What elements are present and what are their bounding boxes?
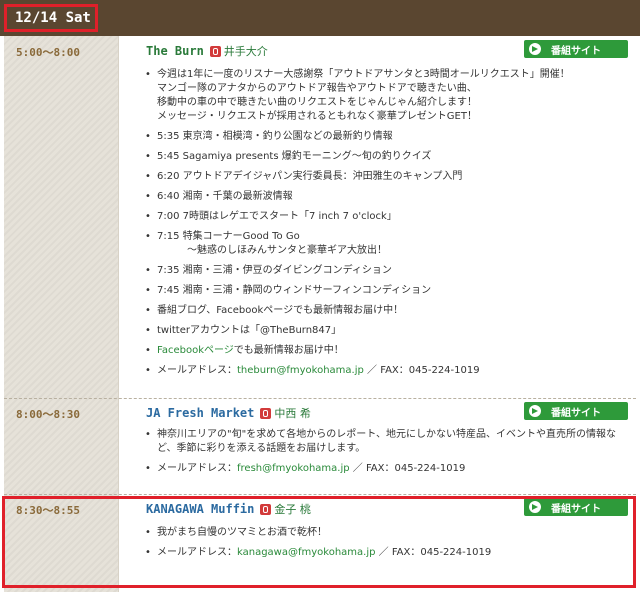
item-text: 今週は1年に一度のリスナー大感謝祭「アウトドアサンタと3時間オールリクエスト」開…: [157, 69, 570, 80]
item-text: メールアドレス：: [157, 547, 237, 558]
item-text: 移動中の車の中で聴きたい曲のリクエストをじゃんじゃん紹介します！: [157, 97, 477, 108]
program-item: 7:15 特集コーナーGood To Go: [145, 230, 635, 244]
item-text: twitterアカウントは「@TheBurn847」: [157, 325, 342, 336]
program-item-list: 神奈川エリアの"旬"を求めて各地からのレポート、地元にしかない特産品、イベントや…: [145, 428, 635, 476]
program-item: 移動中の車の中で聴きたい曲のリクエストをじゃんじゃん紹介します！: [145, 96, 635, 110]
arrow-right-icon: [529, 43, 541, 55]
program-item: 5:45 Sagamiya presents 爆釣モーニング〜旬の釣りクイズ: [145, 150, 635, 164]
date-header-bar: 12/14 Sat: [0, 0, 640, 36]
program-item: メッセージ・リクエストが採用されるともれなく豪華プレゼントGET！: [145, 110, 635, 124]
program-site-button-label: 番組サイト: [551, 45, 601, 57]
program-site-button-label: 番組サイト: [551, 503, 601, 515]
item-text: 6:20 アウトドアデイジャパン実行委員長：沖田雅生のキャンプ入門: [157, 171, 463, 182]
program-title[interactable]: JA Fresh Market: [146, 406, 254, 420]
program-item: 7:45 湘南・三浦・静岡のウィンドサーフィンコンディション: [145, 284, 635, 298]
item-text: 7:45 湘南・三浦・静岡のウィンドサーフィンコンディション: [157, 285, 432, 296]
program-title[interactable]: KANAGAWA Muffin: [146, 502, 254, 516]
item-text: マンゴー隊のアナタからのアウトドア報告やアウトドアで聴きたい曲、: [157, 83, 477, 94]
microphone-icon: [209, 45, 221, 57]
program-item: メールアドレス：theburn@fmyokohama.jp ／ FAX：045-…: [145, 364, 635, 378]
item-text: 我がまち自慢のツマミとお酒で乾杯！: [157, 527, 327, 538]
fax-number: ／ FAX：045-224-1019: [375, 547, 492, 558]
program-site-button-label: 番組サイト: [551, 407, 601, 419]
host-name[interactable]: 中西 希: [274, 405, 311, 421]
program-item: 5:35 東京湾・相模湾・釣り公園などの最新釣り情報: [145, 130, 635, 144]
program-item: Facebookページでも最新情報お届け中！: [145, 344, 635, 358]
item-text: 神奈川エリアの"旬"を求めて各地からのレポート、地元にしかない特産品、イベントや…: [157, 429, 616, 440]
date-label: 12/14 Sat: [4, 4, 98, 32]
item-text: 5:35 東京湾・相模湾・釣り公園などの最新釣り情報: [157, 131, 393, 142]
program-site-button[interactable]: 番組サイト: [524, 40, 628, 58]
item-text: メールアドレス：: [157, 365, 237, 376]
item-text: 7:35 湘南・三浦・伊豆のダイビングコンディション: [157, 265, 392, 276]
item-text: 7:00 7時頭はレゲエでスタート「7 inch 7 o'clock」: [157, 211, 397, 222]
program-item: 〜魅惑のしほみんサンタと豪華ギア大放出！: [145, 244, 635, 258]
program-title-row: The Burn 井手大介: [146, 43, 268, 59]
email-link[interactable]: kanagawa@fmyokohama.jp: [237, 547, 375, 558]
item-text: 〜魅惑のしほみんサンタと豪華ギア大放出！: [187, 245, 387, 256]
email-link[interactable]: fresh@fmyokohama.jp: [237, 463, 350, 474]
item-text: 6:40 湘南・千葉の最新波情報: [157, 191, 293, 202]
program-site-button[interactable]: 番組サイト: [524, 498, 628, 516]
program-title-row: JA Fresh Market 中西 希: [146, 405, 311, 421]
program-item: 7:35 湘南・三浦・伊豆のダイビングコンディション: [145, 264, 635, 278]
program-site-button[interactable]: 番組サイト: [524, 402, 628, 420]
column-divider: [118, 36, 119, 592]
item-text: ど、季節に彩りを添える話題をお届けします。: [157, 443, 366, 454]
program-item: メールアドレス：fresh@fmyokohama.jp ／ FAX：045-22…: [145, 462, 635, 476]
item-text: 番組ブログ、Facebookページでも最新情報お届け中！: [157, 305, 404, 316]
program-divider: [4, 398, 636, 399]
item-text: でも最新情報お届け中！: [233, 345, 344, 356]
email-link[interactable]: theburn@fmyokohama.jp: [237, 365, 364, 376]
program-item-list: 今週は1年に一度のリスナー大感謝祭「アウトドアサンタと3時間オールリクエスト」開…: [145, 68, 635, 378]
program-time: 5:00〜8:00: [16, 46, 80, 59]
program-item: 我がまち自慢のツマミとお酒で乾杯！: [145, 526, 635, 540]
item-text: メールアドレス：: [157, 463, 237, 474]
program-item-list: 我がまち自慢のツマミとお酒で乾杯！ メールアドレス：kanagawa@fmyoko…: [145, 526, 635, 560]
item-text: 5:45 Sagamiya presents 爆釣モーニング〜旬の釣りクイズ: [157, 151, 432, 162]
program-time: 8:30〜8:55: [16, 504, 80, 517]
program-item: 神奈川エリアの"旬"を求めて各地からのレポート、地元にしかない特産品、イベントや…: [145, 428, 635, 442]
program-item: 番組ブログ、Facebookページでも最新情報お届け中！: [145, 304, 635, 318]
program-item: 今週は1年に一度のリスナー大感謝祭「アウトドアサンタと3時間オールリクエスト」開…: [145, 68, 635, 82]
program-divider: [4, 494, 636, 495]
program-title-row: KANAGAWA Muffin 金子 桃: [146, 501, 311, 517]
program-item: 6:20 アウトドアデイジャパン実行委員長：沖田雅生のキャンプ入門: [145, 170, 635, 184]
program-item: ど、季節に彩りを添える話題をお届けします。: [145, 442, 635, 456]
program-item: 7:00 7時頭はレゲエでスタート「7 inch 7 o'clock」: [145, 210, 635, 224]
arrow-right-icon: [529, 501, 541, 513]
program-item: twitterアカウントは「@TheBurn847」: [145, 324, 635, 338]
program-time: 8:00〜8:30: [16, 408, 80, 421]
program-item: メールアドレス：kanagawa@fmyokohama.jp ／ FAX：045…: [145, 546, 635, 560]
host-name[interactable]: 井手大介: [224, 43, 268, 59]
host-name[interactable]: 金子 桃: [274, 501, 311, 517]
microphone-icon: [260, 407, 272, 419]
microphone-icon: [260, 503, 272, 515]
arrow-right-icon: [529, 405, 541, 417]
facebook-link[interactable]: Facebookページ: [157, 345, 234, 356]
fax-number: ／ FAX：045-224-1019: [363, 365, 480, 376]
program-item: 6:40 湘南・千葉の最新波情報: [145, 190, 635, 204]
item-text: 7:15 特集コーナーGood To Go: [157, 231, 300, 242]
item-text: メッセージ・リクエストが採用されるともれなく豪華プレゼントGET！: [157, 111, 477, 122]
fax-number: ／ FAX：045-224-1019: [349, 463, 466, 474]
program-item: マンゴー隊のアナタからのアウトドア報告やアウトドアで聴きたい曲、: [145, 82, 635, 96]
program-title[interactable]: The Burn: [146, 44, 204, 58]
